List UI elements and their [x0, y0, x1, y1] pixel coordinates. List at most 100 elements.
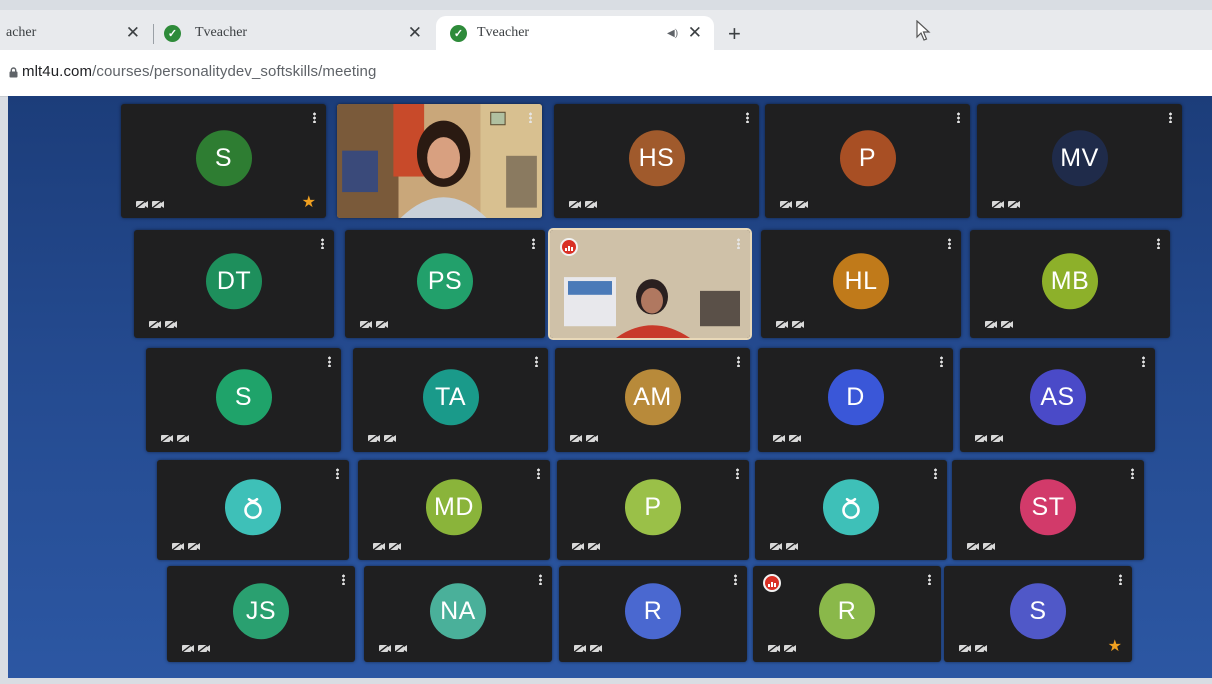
tab-second[interactable]: ✓ Tveacher ✕ — [164, 16, 434, 50]
participant-avatar: AS — [1029, 369, 1086, 426]
participant-avatar: PS — [417, 253, 473, 310]
participant-initials: R — [837, 596, 857, 625]
participant-tile[interactable]: AS — [960, 348, 1155, 452]
participant-tile[interactable]: S ★ — [121, 104, 326, 218]
speaking-indicator-icon — [560, 238, 578, 256]
participant-initials: ST — [1031, 492, 1065, 521]
participant-avatar: R — [819, 583, 875, 640]
participant-avatar: JS — [233, 583, 289, 640]
participant-tile[interactable]: ST — [952, 460, 1144, 560]
participant-tile[interactable]: AM — [555, 348, 750, 452]
participant-initials: PS — [427, 266, 463, 295]
participant-tile[interactable]: D — [758, 348, 953, 452]
more-options-icon[interactable] — [342, 574, 345, 585]
participant-initials: S — [214, 143, 233, 172]
participant-tile[interactable] — [157, 460, 349, 560]
mic-camera-off-icon — [569, 433, 599, 444]
more-options-icon[interactable] — [321, 238, 324, 249]
participant-tile[interactable]: MV — [977, 104, 1182, 218]
participant-tile[interactable]: NA — [364, 566, 552, 662]
more-options-icon[interactable] — [1142, 356, 1145, 367]
mic-camera-off-icon — [775, 319, 805, 330]
more-options-icon[interactable] — [737, 238, 740, 249]
participant-tile[interactable]: P — [765, 104, 970, 218]
participant-avatar: S — [215, 369, 272, 426]
tab-close-icon[interactable]: ✕ — [688, 23, 702, 43]
participant-tile[interactable]: R — [753, 566, 941, 662]
participant-tile[interactable] — [755, 460, 947, 560]
url-host: mlt4u.com — [22, 63, 93, 80]
participant-initials: TA — [434, 382, 467, 411]
mic-camera-off-icon — [769, 541, 799, 552]
participant-tile[interactable]: MB — [970, 230, 1170, 338]
mic-camera-off-icon — [573, 643, 603, 654]
participant-tile[interactable]: PS — [345, 230, 545, 338]
more-options-icon[interactable] — [736, 468, 739, 479]
more-options-icon[interactable] — [535, 356, 538, 367]
tab-audio-icon[interactable]: ◀) — [667, 28, 678, 39]
more-options-icon[interactable] — [934, 468, 937, 479]
participant-tile[interactable]: HL — [761, 230, 961, 338]
url-text[interactable]: mlt4u.com/courses/personalitydev_softski… — [22, 63, 376, 80]
more-options-icon[interactable] — [1169, 112, 1172, 123]
more-options-icon[interactable] — [313, 112, 316, 123]
mic-camera-off-icon — [181, 643, 211, 654]
lock-icon — [9, 67, 18, 78]
more-options-icon[interactable] — [957, 112, 960, 123]
participant-tile[interactable]: R — [559, 566, 747, 662]
more-options-icon[interactable] — [928, 574, 931, 585]
participant-tile[interactable]: MD — [358, 460, 550, 560]
tab-title: acher — [6, 25, 37, 40]
tab-active[interactable]: ✓ Tveacher ◀) ✕ — [436, 16, 714, 50]
mic-camera-off-icon — [991, 199, 1021, 210]
default-user-icon — [244, 497, 262, 520]
participant-tile[interactable] — [550, 230, 750, 338]
participant-tile[interactable]: DT — [134, 230, 334, 338]
participant-initials: MD — [434, 492, 474, 521]
more-options-icon[interactable] — [537, 468, 540, 479]
more-options-icon[interactable] — [1157, 238, 1160, 249]
mic-camera-off-icon — [135, 199, 165, 210]
participant-avatar: R — [625, 583, 681, 640]
more-options-icon[interactable] — [336, 468, 339, 479]
meeting-grid: S ★ HS P MV DT PS HL MB S TA AM D AS MD P ST JS NA R R S ★ — [8, 96, 1212, 678]
new-tab-button[interactable]: + — [728, 23, 741, 45]
tab-first[interactable]: acher ✕ — [0, 16, 152, 50]
participant-tile[interactable]: S ★ — [944, 566, 1132, 662]
participant-tile[interactable]: JS — [167, 566, 355, 662]
tveacher-favicon-icon: ✓ — [164, 24, 181, 42]
tab-close-icon[interactable]: ✕ — [408, 23, 422, 43]
participant-initials: P — [858, 143, 877, 172]
more-options-icon[interactable] — [746, 112, 749, 123]
more-options-icon[interactable] — [328, 356, 331, 367]
tab-title: Tveacher — [477, 25, 530, 40]
tab-strip: acher ✕ ✓ Tveacher ✕ ✓ Tveacher ◀) ✕ + — [0, 10, 1212, 50]
more-options-icon[interactable] — [1131, 468, 1134, 479]
more-options-icon[interactable] — [532, 238, 535, 249]
star-icon: ★ — [1107, 638, 1122, 655]
more-options-icon[interactable] — [940, 356, 943, 367]
participant-initials: S — [1029, 596, 1047, 625]
participant-initials: R — [643, 596, 663, 625]
more-options-icon[interactable] — [948, 238, 951, 249]
mic-camera-off-icon — [958, 643, 988, 654]
participant-tile[interactable]: S — [146, 348, 341, 452]
more-options-icon[interactable] — [1119, 574, 1122, 585]
participant-avatar: S — [1010, 583, 1066, 640]
participant-initials: JS — [245, 596, 277, 625]
participant-tile[interactable] — [337, 104, 542, 218]
more-options-icon[interactable] — [539, 574, 542, 585]
participant-tile[interactable]: P — [557, 460, 749, 560]
more-options-icon[interactable] — [737, 356, 740, 367]
tab-close-icon[interactable]: ✕ — [126, 23, 140, 43]
mic-camera-off-icon — [571, 541, 601, 552]
participant-tile[interactable]: TA — [353, 348, 548, 452]
participant-avatar — [225, 479, 281, 536]
address-bar[interactable]: mlt4u.com/courses/personalitydev_softski… — [0, 50, 1212, 97]
participant-avatar: AM — [624, 369, 681, 426]
more-options-icon[interactable] — [529, 112, 532, 123]
mic-camera-off-icon — [160, 433, 190, 444]
more-options-icon[interactable] — [734, 574, 737, 585]
tveacher-favicon-icon: ✓ — [450, 24, 467, 42]
participant-tile[interactable]: HS — [554, 104, 759, 218]
